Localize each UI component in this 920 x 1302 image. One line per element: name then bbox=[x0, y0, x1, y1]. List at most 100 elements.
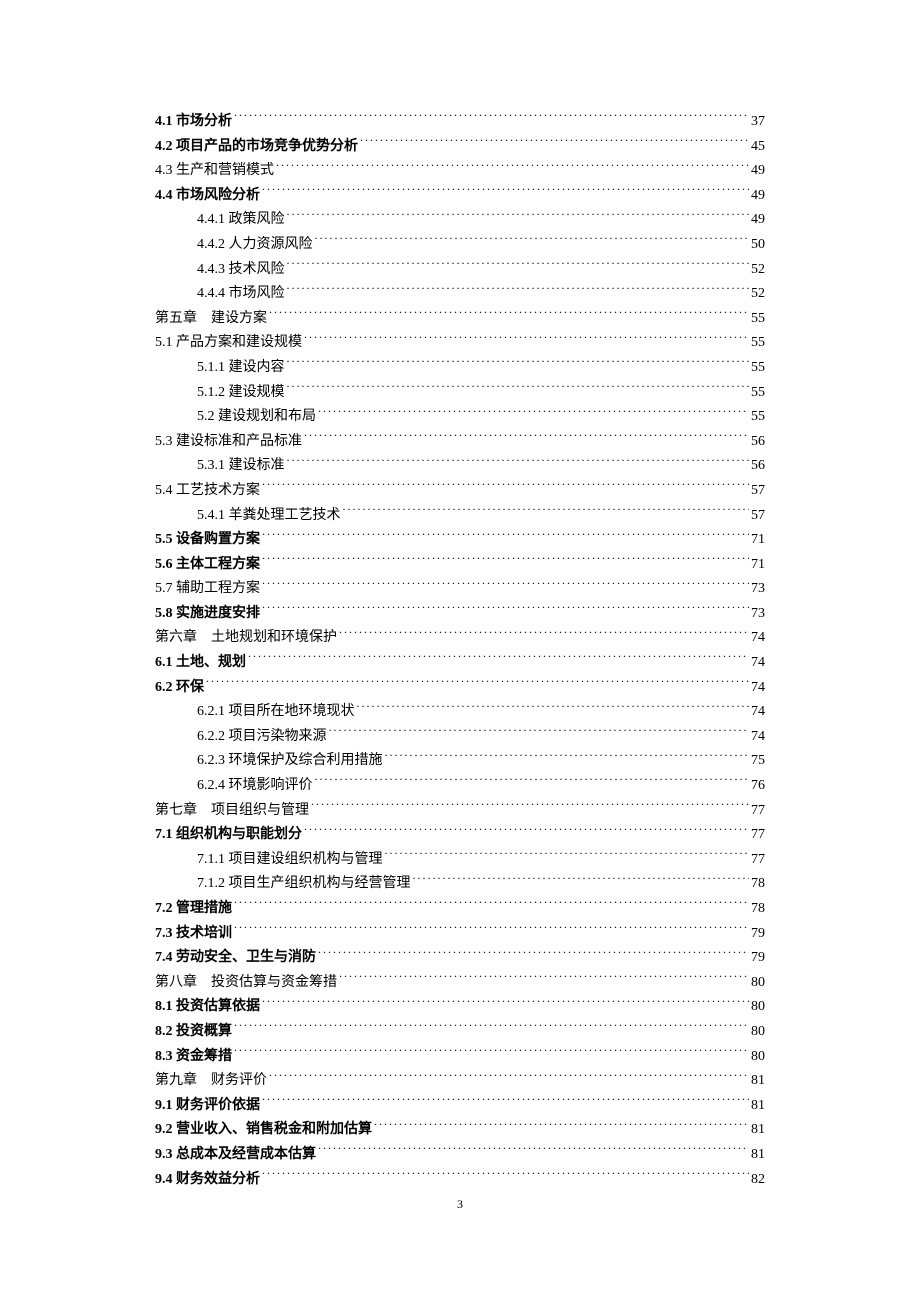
toc-page: 80 bbox=[751, 995, 765, 1020]
toc-leader-dots bbox=[357, 701, 750, 715]
toc-page: 82 bbox=[751, 1168, 765, 1193]
toc-entry: 7.1.2 项目生产组织机构与经营管理78 bbox=[155, 872, 765, 897]
toc-title: 项目组织与管理 bbox=[211, 803, 309, 818]
toc-label: 5.3.1 建设标准 bbox=[197, 454, 285, 479]
toc-page: 77 bbox=[751, 823, 765, 848]
toc-entry: 5.1.1 建设内容55 bbox=[155, 356, 765, 381]
toc-leader-dots bbox=[262, 529, 749, 543]
toc-label: 6.1 土地、规划 bbox=[155, 651, 246, 676]
toc-chapter: 第八章 bbox=[155, 971, 197, 996]
toc-title: 财务评价 bbox=[211, 1073, 267, 1088]
toc-chapter: 第七章 bbox=[155, 799, 197, 824]
toc-label: 5.5 设备购置方案 bbox=[155, 528, 260, 553]
toc-entry: 4.4.1 政策风险49 bbox=[155, 208, 765, 233]
toc-label: 5.2 建设规划和布局 bbox=[197, 405, 316, 430]
toc-page: 56 bbox=[751, 430, 765, 455]
toc-leader-dots bbox=[287, 455, 750, 469]
toc-page: 52 bbox=[751, 282, 765, 307]
toc-leader-dots bbox=[262, 578, 749, 592]
toc-entry: 4.2 项目产品的市场竞争优势分析45 bbox=[155, 135, 765, 160]
toc-entry: 5.7 辅助工程方案73 bbox=[155, 577, 765, 602]
toc-entry: 6.2.3 环境保护及综合利用措施75 bbox=[155, 749, 765, 774]
toc-label: 4.4.4 市场风险 bbox=[197, 282, 285, 307]
toc-page: 74 bbox=[751, 651, 765, 676]
toc-entry: 5.5 设备购置方案71 bbox=[155, 528, 765, 553]
toc-leader-dots bbox=[318, 1144, 749, 1158]
toc-leader-dots bbox=[269, 1070, 749, 1084]
toc-leader-dots bbox=[311, 800, 749, 814]
table-of-contents: 4.1 市场分析374.2 项目产品的市场竞争优势分析454.3 生产和营销模式… bbox=[155, 110, 765, 1192]
toc-title: 建设方案 bbox=[211, 311, 267, 326]
toc-leader-dots bbox=[315, 775, 750, 789]
toc-entry: 4.4 市场风险分析 49 bbox=[155, 184, 765, 209]
toc-entry: 5.8 实施进度安排73 bbox=[155, 602, 765, 627]
toc-leader-dots bbox=[262, 480, 749, 494]
toc-page: 50 bbox=[751, 233, 765, 258]
toc-label: 第八章投资估算与资金筹措 bbox=[155, 971, 337, 996]
toc-page: 81 bbox=[751, 1118, 765, 1143]
toc-label: 5.1.1 建设内容 bbox=[197, 356, 285, 381]
toc-page: 52 bbox=[751, 258, 765, 283]
toc-entry: 4.1 市场分析 37 bbox=[155, 110, 765, 135]
toc-leader-dots bbox=[234, 898, 749, 912]
toc-page: 74 bbox=[751, 626, 765, 651]
toc-page: 55 bbox=[751, 307, 765, 332]
toc-entry: 9.4 财务效益分析82 bbox=[155, 1168, 765, 1193]
page-number: 3 bbox=[457, 1197, 463, 1212]
toc-page: 74 bbox=[751, 676, 765, 701]
toc-title: 土地规划和环境保护 bbox=[211, 630, 337, 645]
toc-label: 7.1 组织机构与职能划分 bbox=[155, 823, 302, 848]
toc-page: 57 bbox=[751, 504, 765, 529]
toc-page: 76 bbox=[751, 774, 765, 799]
toc-leader-dots bbox=[234, 1021, 749, 1035]
toc-entry: 7.4 劳动安全、卫生与消防79 bbox=[155, 946, 765, 971]
toc-leader-dots bbox=[304, 824, 749, 838]
toc-entry: 7.1.1 项目建设组织机构与管理77 bbox=[155, 848, 765, 873]
toc-leader-dots bbox=[339, 972, 749, 986]
toc-leader-dots bbox=[234, 111, 749, 125]
toc-leader-dots bbox=[318, 947, 749, 961]
toc-label: 4.4.1 政策风险 bbox=[197, 208, 285, 233]
toc-page: 78 bbox=[751, 872, 765, 897]
toc-page: 55 bbox=[751, 405, 765, 430]
toc-leader-dots bbox=[315, 234, 750, 248]
toc-page: 74 bbox=[751, 725, 765, 750]
toc-page: 37 bbox=[751, 110, 765, 135]
toc-page: 80 bbox=[751, 1020, 765, 1045]
toc-page: 81 bbox=[751, 1094, 765, 1119]
toc-leader-dots bbox=[360, 136, 749, 150]
toc-entry: 第五章建设方案55 bbox=[155, 307, 765, 332]
toc-entry: 6.2.1 项目所在地环境现状74 bbox=[155, 700, 765, 725]
toc-label: 6.2.4 环境影响评价 bbox=[197, 774, 313, 799]
toc-label: 8.1 投资估算依据 bbox=[155, 995, 260, 1020]
toc-chapter: 第六章 bbox=[155, 626, 197, 651]
toc-page: 74 bbox=[751, 700, 765, 725]
toc-page: 49 bbox=[751, 159, 765, 184]
toc-entry: 5.1 产品方案和建设规模55 bbox=[155, 331, 765, 356]
toc-leader-dots bbox=[262, 996, 749, 1010]
toc-leader-dots bbox=[413, 873, 750, 887]
toc-entry: 9.1 财务评价依据81 bbox=[155, 1094, 765, 1119]
toc-label: 4.2 项目产品的市场竞争优势分析 bbox=[155, 135, 358, 160]
toc-entry: 8.2 投资概算80 bbox=[155, 1020, 765, 1045]
toc-label: 4.4 市场风险分析 bbox=[155, 184, 260, 209]
toc-leader-dots bbox=[339, 627, 749, 641]
toc-entry: 8.1 投资估算依据 80 bbox=[155, 995, 765, 1020]
toc-label: 5.1.2 建设规模 bbox=[197, 381, 285, 406]
toc-page: 80 bbox=[751, 971, 765, 996]
toc-label: 4.4.2 人力资源风险 bbox=[197, 233, 313, 258]
toc-entry: 5.4.1 羊粪处理工艺技术57 bbox=[155, 504, 765, 529]
toc-entry: 7.2 管理措施78 bbox=[155, 897, 765, 922]
toc-entry: 4.4.2 人力资源风险 50 bbox=[155, 233, 765, 258]
toc-entry: 4.4.4 市场风险 52 bbox=[155, 282, 765, 307]
toc-label: 5.4 工艺技术方案 bbox=[155, 479, 260, 504]
toc-leader-dots bbox=[287, 357, 750, 371]
toc-label: 4.1 市场分析 bbox=[155, 110, 232, 135]
toc-page: 57 bbox=[751, 479, 765, 504]
toc-leader-dots bbox=[234, 1046, 749, 1060]
toc-label: 第九章财务评价 bbox=[155, 1069, 267, 1094]
toc-label: 9.2 营业收入、销售税金和附加估算 bbox=[155, 1118, 372, 1143]
toc-page: 56 bbox=[751, 454, 765, 479]
toc-entry: 第八章投资估算与资金筹措 80 bbox=[155, 971, 765, 996]
toc-page: 49 bbox=[751, 184, 765, 209]
